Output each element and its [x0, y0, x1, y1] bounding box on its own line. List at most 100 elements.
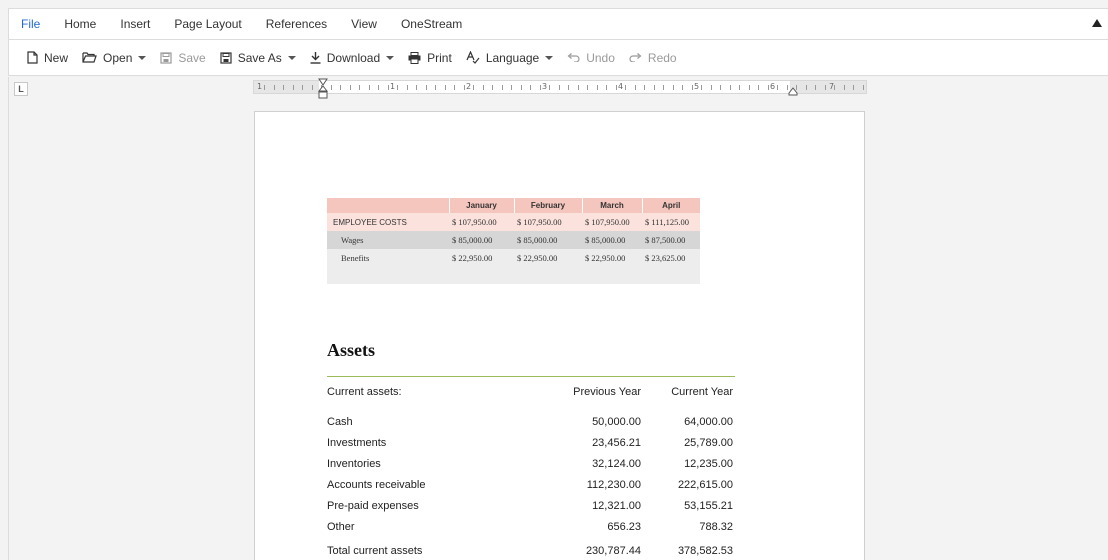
- ruler-tick: [720, 85, 721, 90]
- table-cell: $ 87,500.00: [642, 231, 700, 249]
- undo-label: Undo: [586, 50, 615, 65]
- row-label: Benefits: [327, 249, 449, 267]
- ruler-tick: [673, 85, 674, 90]
- asset-current: 64,000.00: [684, 416, 733, 428]
- ruler-tick: [293, 85, 294, 90]
- table-header-cell: February: [514, 198, 583, 213]
- ruler-tick: [654, 85, 655, 90]
- ruler-tick: [378, 85, 379, 90]
- spellcheck-icon: [466, 51, 480, 64]
- assets-header-previous: Previous Year: [573, 386, 641, 398]
- ruler-tick: [559, 85, 560, 90]
- save-label: Save: [178, 50, 206, 65]
- ruler-tick: [359, 85, 360, 90]
- list-item: Accounts receivable 112,230.00 222,615.0…: [327, 479, 735, 499]
- ruler-tick: [350, 85, 351, 90]
- save-as-button[interactable]: Save As: [220, 51, 296, 65]
- table-cell: $ 22,950.00: [582, 249, 642, 267]
- ruler-tick: [844, 85, 845, 90]
- tab-home[interactable]: Home: [52, 9, 108, 39]
- asset-label: Pre-paid expenses: [327, 500, 419, 512]
- asset-previous: 112,230.00: [586, 479, 641, 491]
- ruler-tick: [426, 85, 427, 90]
- redo-icon: [629, 53, 642, 62]
- table-cell: $ 22,950.00: [514, 249, 582, 267]
- table-row: EMPLOYEE COSTS $ 107,950.00 $ 107,950.00…: [327, 213, 700, 231]
- tab-view[interactable]: View: [339, 9, 389, 39]
- tab-onestream[interactable]: OneStream: [389, 9, 474, 39]
- ruler-tick: [511, 85, 512, 90]
- right-indent-marker[interactable]: [788, 85, 798, 99]
- ruler-tick: [806, 85, 807, 90]
- print-button[interactable]: Print: [408, 51, 452, 65]
- table-cell: $ 85,000.00: [514, 231, 582, 249]
- download-button[interactable]: Download: [310, 51, 395, 65]
- ruler-tick: [853, 85, 854, 90]
- new-button[interactable]: New: [27, 51, 68, 65]
- first-line-indent-marker[interactable]: [317, 78, 329, 103]
- list-item: Pre-paid expenses 12,321.00 53,155.21: [327, 500, 735, 520]
- ruler-tick: [578, 85, 579, 90]
- tab-references[interactable]: References: [254, 9, 339, 39]
- chevron-down-icon: [287, 55, 296, 60]
- asset-current: 12,235.00: [684, 458, 733, 470]
- list-item: Investments 23,456.21 25,789.00: [327, 437, 735, 457]
- horizontal-ruler[interactable]: 1 1 2 3 4 5 6 7: [253, 80, 867, 94]
- ruler-tick: [445, 85, 446, 90]
- ribbon-toolbar: New Open Save Save As Download Print Lan…: [8, 40, 1108, 76]
- undo-button[interactable]: Undo: [567, 51, 615, 65]
- ruler-tick: [397, 85, 398, 90]
- table-row-empty: [327, 267, 700, 284]
- ruler-tick: [492, 85, 493, 90]
- chevron-down-icon: [138, 55, 147, 60]
- employee-costs-table: January February March April EMPLOYEE CO…: [327, 198, 700, 284]
- redo-button[interactable]: Redo: [629, 51, 677, 65]
- collapse-ribbon-icon[interactable]: [1092, 19, 1102, 27]
- tab-file[interactable]: File: [9, 9, 52, 39]
- ruler-tick: [815, 85, 816, 90]
- ruler-tick: [692, 85, 693, 90]
- ruler-tick: [730, 85, 731, 90]
- language-label: Language: [485, 50, 540, 65]
- ruler-number: 1: [390, 82, 396, 91]
- save-button[interactable]: Save: [160, 50, 206, 65]
- ruler-tick: [749, 85, 750, 90]
- table-cell: $ 107,950.00: [582, 213, 642, 231]
- total-previous: 230,787.44: [585, 545, 641, 557]
- ruler-tick: [530, 85, 531, 90]
- ruler-tick: [597, 85, 598, 90]
- table-cell: $ 85,000.00: [449, 231, 514, 249]
- asset-label: Investments: [327, 437, 387, 449]
- ruler-tick: [464, 85, 465, 90]
- ruler-tick: [407, 85, 408, 90]
- document-page[interactable]: January February March April EMPLOYEE CO…: [254, 111, 865, 560]
- table-cell: $ 22,950.00: [449, 249, 514, 267]
- asset-current: 222,615.00: [677, 479, 733, 491]
- ruler-tick: [435, 85, 436, 90]
- tab-insert[interactable]: Insert: [108, 9, 162, 39]
- table-cell: $ 23,625.00: [642, 249, 700, 267]
- tab-stop-selector[interactable]: L: [14, 82, 28, 96]
- table-header-cell: April: [642, 198, 700, 213]
- asset-current: 53,155.21: [684, 500, 733, 512]
- ruler-tick: [264, 85, 265, 90]
- asset-previous: 50,000.00: [592, 416, 641, 428]
- ruler-number: 3: [542, 82, 548, 91]
- tab-page-layout[interactable]: Page Layout: [162, 9, 253, 39]
- asset-label: Accounts receivable: [327, 479, 426, 491]
- table-header-row: January February March April: [327, 198, 700, 213]
- table-header-blank: [327, 198, 450, 213]
- table-cell: $ 107,950.00: [449, 213, 514, 231]
- save-icon: [160, 51, 172, 64]
- new-document-icon: [27, 51, 38, 64]
- ruler-tick: [768, 85, 769, 90]
- assets-heading: Assets: [327, 340, 375, 360]
- total-current: 378,582.53: [677, 545, 733, 557]
- open-button[interactable]: Open: [82, 51, 147, 65]
- ruler-tick: [644, 85, 645, 90]
- ruler-tick: [711, 85, 712, 90]
- language-button[interactable]: Language: [466, 50, 554, 65]
- table-cell: $ 85,000.00: [582, 231, 642, 249]
- asset-current: 788.32: [699, 521, 733, 533]
- ruler-number: 1: [257, 82, 263, 91]
